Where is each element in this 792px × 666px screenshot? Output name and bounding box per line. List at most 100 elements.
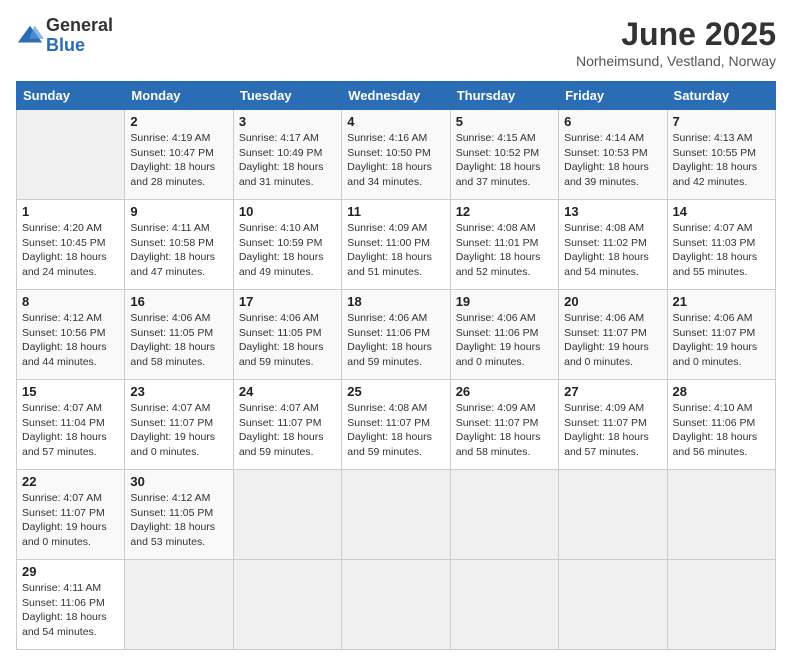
- calendar-cell: [233, 560, 341, 650]
- day-number: 7: [673, 114, 770, 129]
- day-info: Sunrise: 4:08 AMSunset: 11:07 PMDaylight…: [347, 401, 444, 460]
- calendar-cell: [450, 560, 558, 650]
- calendar-week-2: 1Sunrise: 4:20 AMSunset: 10:45 PMDayligh…: [17, 200, 776, 290]
- col-header-saturday: Saturday: [667, 82, 775, 110]
- day-info: Sunrise: 4:19 AMSunset: 10:47 PMDaylight…: [130, 131, 227, 190]
- day-number: 4: [347, 114, 444, 129]
- col-header-friday: Friday: [559, 82, 667, 110]
- day-number: 26: [456, 384, 553, 399]
- day-number: 17: [239, 294, 336, 309]
- day-info: Sunrise: 4:09 AMSunset: 11:00 PMDaylight…: [347, 221, 444, 280]
- calendar-cell: [667, 470, 775, 560]
- day-number: 29: [22, 564, 119, 579]
- logo-icon: [16, 22, 44, 50]
- day-info: Sunrise: 4:14 AMSunset: 10:53 PMDaylight…: [564, 131, 661, 190]
- day-number: 10: [239, 204, 336, 219]
- calendar-cell: 18 Sunrise: 4:06 AMSunset: 11:06 PMDaylig…: [342, 290, 450, 380]
- calendar-cell: 22 Sunrise: 4:07 AMSunset: 11:07 PMDaylig…: [17, 470, 125, 560]
- calendar-cell: 5Sunrise: 4:15 AMSunset: 10:52 PMDayligh…: [450, 110, 558, 200]
- day-number: 23: [130, 384, 227, 399]
- calendar-cell: 6Sunrise: 4:14 AMSunset: 10:53 PMDayligh…: [559, 110, 667, 200]
- calendar-cell: 16 Sunrise: 4:06 AMSunset: 11:05 PMDaylig…: [125, 290, 233, 380]
- day-number: 30: [130, 474, 227, 489]
- calendar-cell: 21Sunrise: 4:06 AMSunset: 11:07 PMDaylig…: [667, 290, 775, 380]
- day-info: Sunrise: 4:06 AMSunset: 11:06 PMDaylight…: [347, 311, 444, 370]
- day-info: Sunrise: 4:08 AMSunset: 11:02 PMDaylight…: [564, 221, 661, 280]
- calendar-cell: 4 Sunrise: 4:16 AMSunset: 10:50 PMDayligh…: [342, 110, 450, 200]
- day-number: 16: [130, 294, 227, 309]
- day-info: Sunrise: 4:11 AMSunset: 10:58 PMDaylight…: [130, 221, 227, 280]
- day-info: Sunrise: 4:06 AMSunset: 11:07 PMDaylight…: [673, 311, 770, 370]
- calendar-week-5: 22 Sunrise: 4:07 AMSunset: 11:07 PMDaylig…: [17, 470, 776, 560]
- day-number: 28: [673, 384, 770, 399]
- location: Norheimsund, Vestland, Norway: [576, 53, 776, 69]
- logo: General Blue: [16, 16, 113, 56]
- calendar-header-row: SundayMondayTuesdayWednesdayThursdayFrid…: [17, 82, 776, 110]
- day-info: Sunrise: 4:09 AMSunset: 11:07 PMDaylight…: [456, 401, 553, 460]
- title-block: June 2025 Norheimsund, Vestland, Norway: [576, 16, 776, 69]
- day-number: 3: [239, 114, 336, 129]
- calendar-week-1: 2Sunrise: 4:19 AMSunset: 10:47 PMDayligh…: [17, 110, 776, 200]
- calendar-cell: 24Sunrise: 4:07 AMSunset: 11:07 PMDaylig…: [233, 380, 341, 470]
- col-header-wednesday: Wednesday: [342, 82, 450, 110]
- calendar-cell: [233, 470, 341, 560]
- day-info: Sunrise: 4:10 AMSunset: 11:06 PMDaylight…: [673, 401, 770, 460]
- calendar-cell: 17 Sunrise: 4:06 AMSunset: 11:05 PMDaylig…: [233, 290, 341, 380]
- calendar-cell: [559, 470, 667, 560]
- day-info: Sunrise: 4:06 AMSunset: 11:06 PMDaylight…: [456, 311, 553, 370]
- day-number: 13: [564, 204, 661, 219]
- day-number: 24: [239, 384, 336, 399]
- day-info: Sunrise: 4:06 AMSunset: 11:07 PMDaylight…: [564, 311, 661, 370]
- calendar-cell: 19 Sunrise: 4:06 AMSunset: 11:06 PMDaylig…: [450, 290, 558, 380]
- col-header-thursday: Thursday: [450, 82, 558, 110]
- calendar-cell: 9 Sunrise: 4:11 AMSunset: 10:58 PMDayligh…: [125, 200, 233, 290]
- logo-text: General Blue: [46, 16, 113, 56]
- month-title: June 2025: [576, 16, 776, 53]
- day-info: Sunrise: 4:16 AMSunset: 10:50 PMDaylight…: [347, 131, 444, 190]
- day-number: 19: [456, 294, 553, 309]
- day-info: Sunrise: 4:07 AMSunset: 11:07 PMDaylight…: [130, 401, 227, 460]
- day-info: Sunrise: 4:10 AMSunset: 10:59 PMDaylight…: [239, 221, 336, 280]
- calendar-cell: 14Sunrise: 4:07 AMSunset: 11:03 PMDaylig…: [667, 200, 775, 290]
- day-number: 20: [564, 294, 661, 309]
- calendar-cell: [559, 560, 667, 650]
- day-info: Sunrise: 4:11 AMSunset: 11:06 PMDaylight…: [22, 581, 119, 640]
- calendar-cell: [342, 470, 450, 560]
- day-info: Sunrise: 4:07 AMSunset: 11:07 PMDaylight…: [22, 491, 119, 550]
- day-info: Sunrise: 4:07 AMSunset: 11:04 PMDaylight…: [22, 401, 119, 460]
- page-header: General Blue June 2025 Norheimsund, Vest…: [16, 16, 776, 69]
- calendar-cell: 10 Sunrise: 4:10 AMSunset: 10:59 PMDaylig…: [233, 200, 341, 290]
- day-number: 5: [456, 114, 553, 129]
- calendar-cell: 12 Sunrise: 4:08 AMSunset: 11:01 PMDaylig…: [450, 200, 558, 290]
- logo-blue: Blue: [46, 36, 113, 56]
- logo-general: General: [46, 16, 113, 36]
- calendar-cell: 7 Sunrise: 4:13 AMSunset: 10:55 PMDayligh…: [667, 110, 775, 200]
- calendar-cell: [450, 470, 558, 560]
- col-header-monday: Monday: [125, 82, 233, 110]
- day-number: 18: [347, 294, 444, 309]
- day-info: Sunrise: 4:09 AMSunset: 11:07 PMDaylight…: [564, 401, 661, 460]
- calendar-cell: [17, 110, 125, 200]
- day-info: Sunrise: 4:17 AMSunset: 10:49 PMDaylight…: [239, 131, 336, 190]
- calendar-week-6: 29 Sunrise: 4:11 AMSunset: 11:06 PMDaylig…: [17, 560, 776, 650]
- calendar-cell: 13 Sunrise: 4:08 AMSunset: 11:02 PMDaylig…: [559, 200, 667, 290]
- day-info: Sunrise: 4:08 AMSunset: 11:01 PMDaylight…: [456, 221, 553, 280]
- day-number: 12: [456, 204, 553, 219]
- calendar-week-4: 15 Sunrise: 4:07 AMSunset: 11:04 PMDaylig…: [17, 380, 776, 470]
- day-info: Sunrise: 4:13 AMSunset: 10:55 PMDaylight…: [673, 131, 770, 190]
- calendar-cell: 20 Sunrise: 4:06 AMSunset: 11:07 PMDaylig…: [559, 290, 667, 380]
- day-number: 8: [22, 294, 119, 309]
- day-info: Sunrise: 4:07 AMSunset: 11:03 PMDaylight…: [673, 221, 770, 280]
- calendar-cell: 2Sunrise: 4:19 AMSunset: 10:47 PMDayligh…: [125, 110, 233, 200]
- day-number: 22: [22, 474, 119, 489]
- col-header-tuesday: Tuesday: [233, 82, 341, 110]
- calendar-cell: 29 Sunrise: 4:11 AMSunset: 11:06 PMDaylig…: [17, 560, 125, 650]
- day-info: Sunrise: 4:06 AMSunset: 11:05 PMDaylight…: [239, 311, 336, 370]
- calendar-cell: 28 Sunrise: 4:10 AMSunset: 11:06 PMDaylig…: [667, 380, 775, 470]
- calendar-table: SundayMondayTuesdayWednesdayThursdayFrid…: [16, 81, 776, 650]
- day-number: 9: [130, 204, 227, 219]
- day-number: 11: [347, 204, 444, 219]
- day-number: 15: [22, 384, 119, 399]
- day-info: Sunrise: 4:20 AMSunset: 10:45 PMDaylight…: [22, 221, 119, 280]
- day-info: Sunrise: 4:06 AMSunset: 11:05 PMDaylight…: [130, 311, 227, 370]
